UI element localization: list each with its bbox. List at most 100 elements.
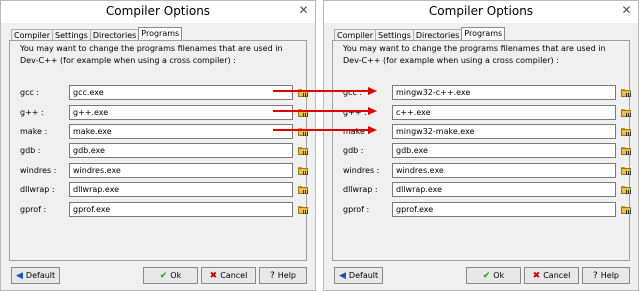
windres-field[interactable] [69,163,293,178]
folder-icon [298,166,308,175]
gdb-field[interactable] [392,143,616,158]
browse-button[interactable] [297,105,309,120]
program-row-gprof: gprof : [343,202,631,218]
program-label: make : [20,127,48,136]
browse-button[interactable] [297,182,309,197]
tab-programs[interactable]: Programs [461,27,506,40]
program-row-gprof: gprof : [20,202,308,218]
folder-icon [298,108,308,117]
default-button[interactable]: ◀ Default [11,267,61,284]
question-icon: ? [269,271,275,281]
program-row-make: make : [343,124,631,140]
browse-button[interactable] [297,124,309,139]
program-label: windres : [343,166,380,175]
gpp-field[interactable] [392,105,616,120]
compiler-options-dialog-original: Compiler Options ✕ Compiler Settings Direc… [0,0,316,291]
folder-icon [298,88,308,97]
close-icon[interactable]: ✕ [297,4,310,17]
default-button[interactable]: ◀ Default [334,267,384,284]
folder-icon [298,185,308,194]
question-icon: ? [592,271,598,281]
browse-button[interactable] [620,182,632,197]
program-row-windres: windres : [20,163,308,179]
make-field[interactable] [392,124,616,139]
program-label: make : [343,127,371,136]
cancel-button-label: Cancel [220,271,248,280]
windres-field[interactable] [392,163,616,178]
folder-icon [621,108,631,117]
program-row-make: make : [20,124,308,140]
program-row-gcc: gcc : [20,85,308,101]
program-label: dllwrap : [343,185,378,194]
default-button-label: Default [25,271,56,280]
browse-button[interactable] [297,163,309,178]
program-label: gprof : [343,205,370,214]
tab-programs[interactable]: Programs [138,27,183,40]
program-label: gdb : [20,146,41,155]
folder-icon [621,205,631,214]
browse-button[interactable] [297,202,309,217]
programs-panel: You may want to change the programs file… [9,40,309,261]
browse-button[interactable] [297,143,309,158]
dialog-title: Compiler Options [105,4,211,18]
program-row-dllwrap: dllwrap : [343,182,631,198]
programs-description: You may want to change the programs file… [343,44,606,65]
gdb-field[interactable] [69,143,293,158]
x-icon: ✖ [209,271,218,281]
program-row-gpp: g++ : [20,105,308,121]
gcc-field[interactable] [69,85,293,100]
checkmark-icon: ✔ [482,271,491,281]
ok-button[interactable]: ✔ Ok [466,267,521,284]
browse-button[interactable] [620,202,632,217]
program-row-gcc: gcc : [343,85,631,101]
folder-icon [621,88,631,97]
program-label: gcc : [343,88,363,97]
arrow-left-icon: ◀ [339,271,346,281]
program-label: windres : [20,166,57,175]
folder-icon [298,127,308,136]
gpp-field[interactable] [69,105,293,120]
cancel-button-label: Cancel [543,271,571,280]
arrow-left-icon: ◀ [16,271,23,281]
program-label: g++ : [343,108,367,117]
programs-description: You may want to change the programs file… [20,44,283,65]
tab-strip: Compiler Settings Directories Programs [334,27,506,41]
program-row-gpp: g++ : [343,105,631,121]
browse-button[interactable] [620,85,632,100]
ok-button[interactable]: ✔ Ok [143,267,198,284]
x-icon: ✖ [532,271,541,281]
default-button-label: Default [348,271,379,280]
browse-button[interactable] [620,143,632,158]
dllwrap-field[interactable] [392,182,616,197]
gprof-field[interactable] [392,202,616,217]
program-label: g++ : [20,108,44,117]
make-field[interactable] [69,124,293,139]
dllwrap-field[interactable] [69,182,293,197]
help-button[interactable]: ? Help [259,267,307,284]
program-label: gprof : [20,205,47,214]
browse-button[interactable] [620,105,632,120]
help-button-label: Help [277,271,297,280]
program-label: gcc : [20,88,40,97]
cancel-button[interactable]: ✖ Cancel [201,267,256,284]
folder-icon [621,166,631,175]
dialog-title: Compiler Options [428,4,534,18]
program-row-gdb: gdb : [20,143,308,159]
folder-icon [621,146,631,155]
gcc-field[interactable] [392,85,616,100]
program-label: gdb : [343,146,364,155]
folder-icon [298,146,308,155]
compiler-options-dialog-modified: Compiler Options ✕ Compiler Settings Direc… [323,0,639,291]
browse-button[interactable] [620,163,632,178]
title-bar: Compiler Options ✕ [1,1,315,23]
help-button[interactable]: ? Help [582,267,630,284]
cancel-button[interactable]: ✖ Cancel [524,267,579,284]
program-row-windres: windres : [343,163,631,179]
gprof-field[interactable] [69,202,293,217]
close-icon[interactable]: ✕ [620,4,633,17]
browse-button[interactable] [620,124,632,139]
folder-icon [298,205,308,214]
program-label: dllwrap : [20,185,55,194]
browse-button[interactable] [297,85,309,100]
tab-strip: Compiler Settings Directories Programs [11,27,183,41]
